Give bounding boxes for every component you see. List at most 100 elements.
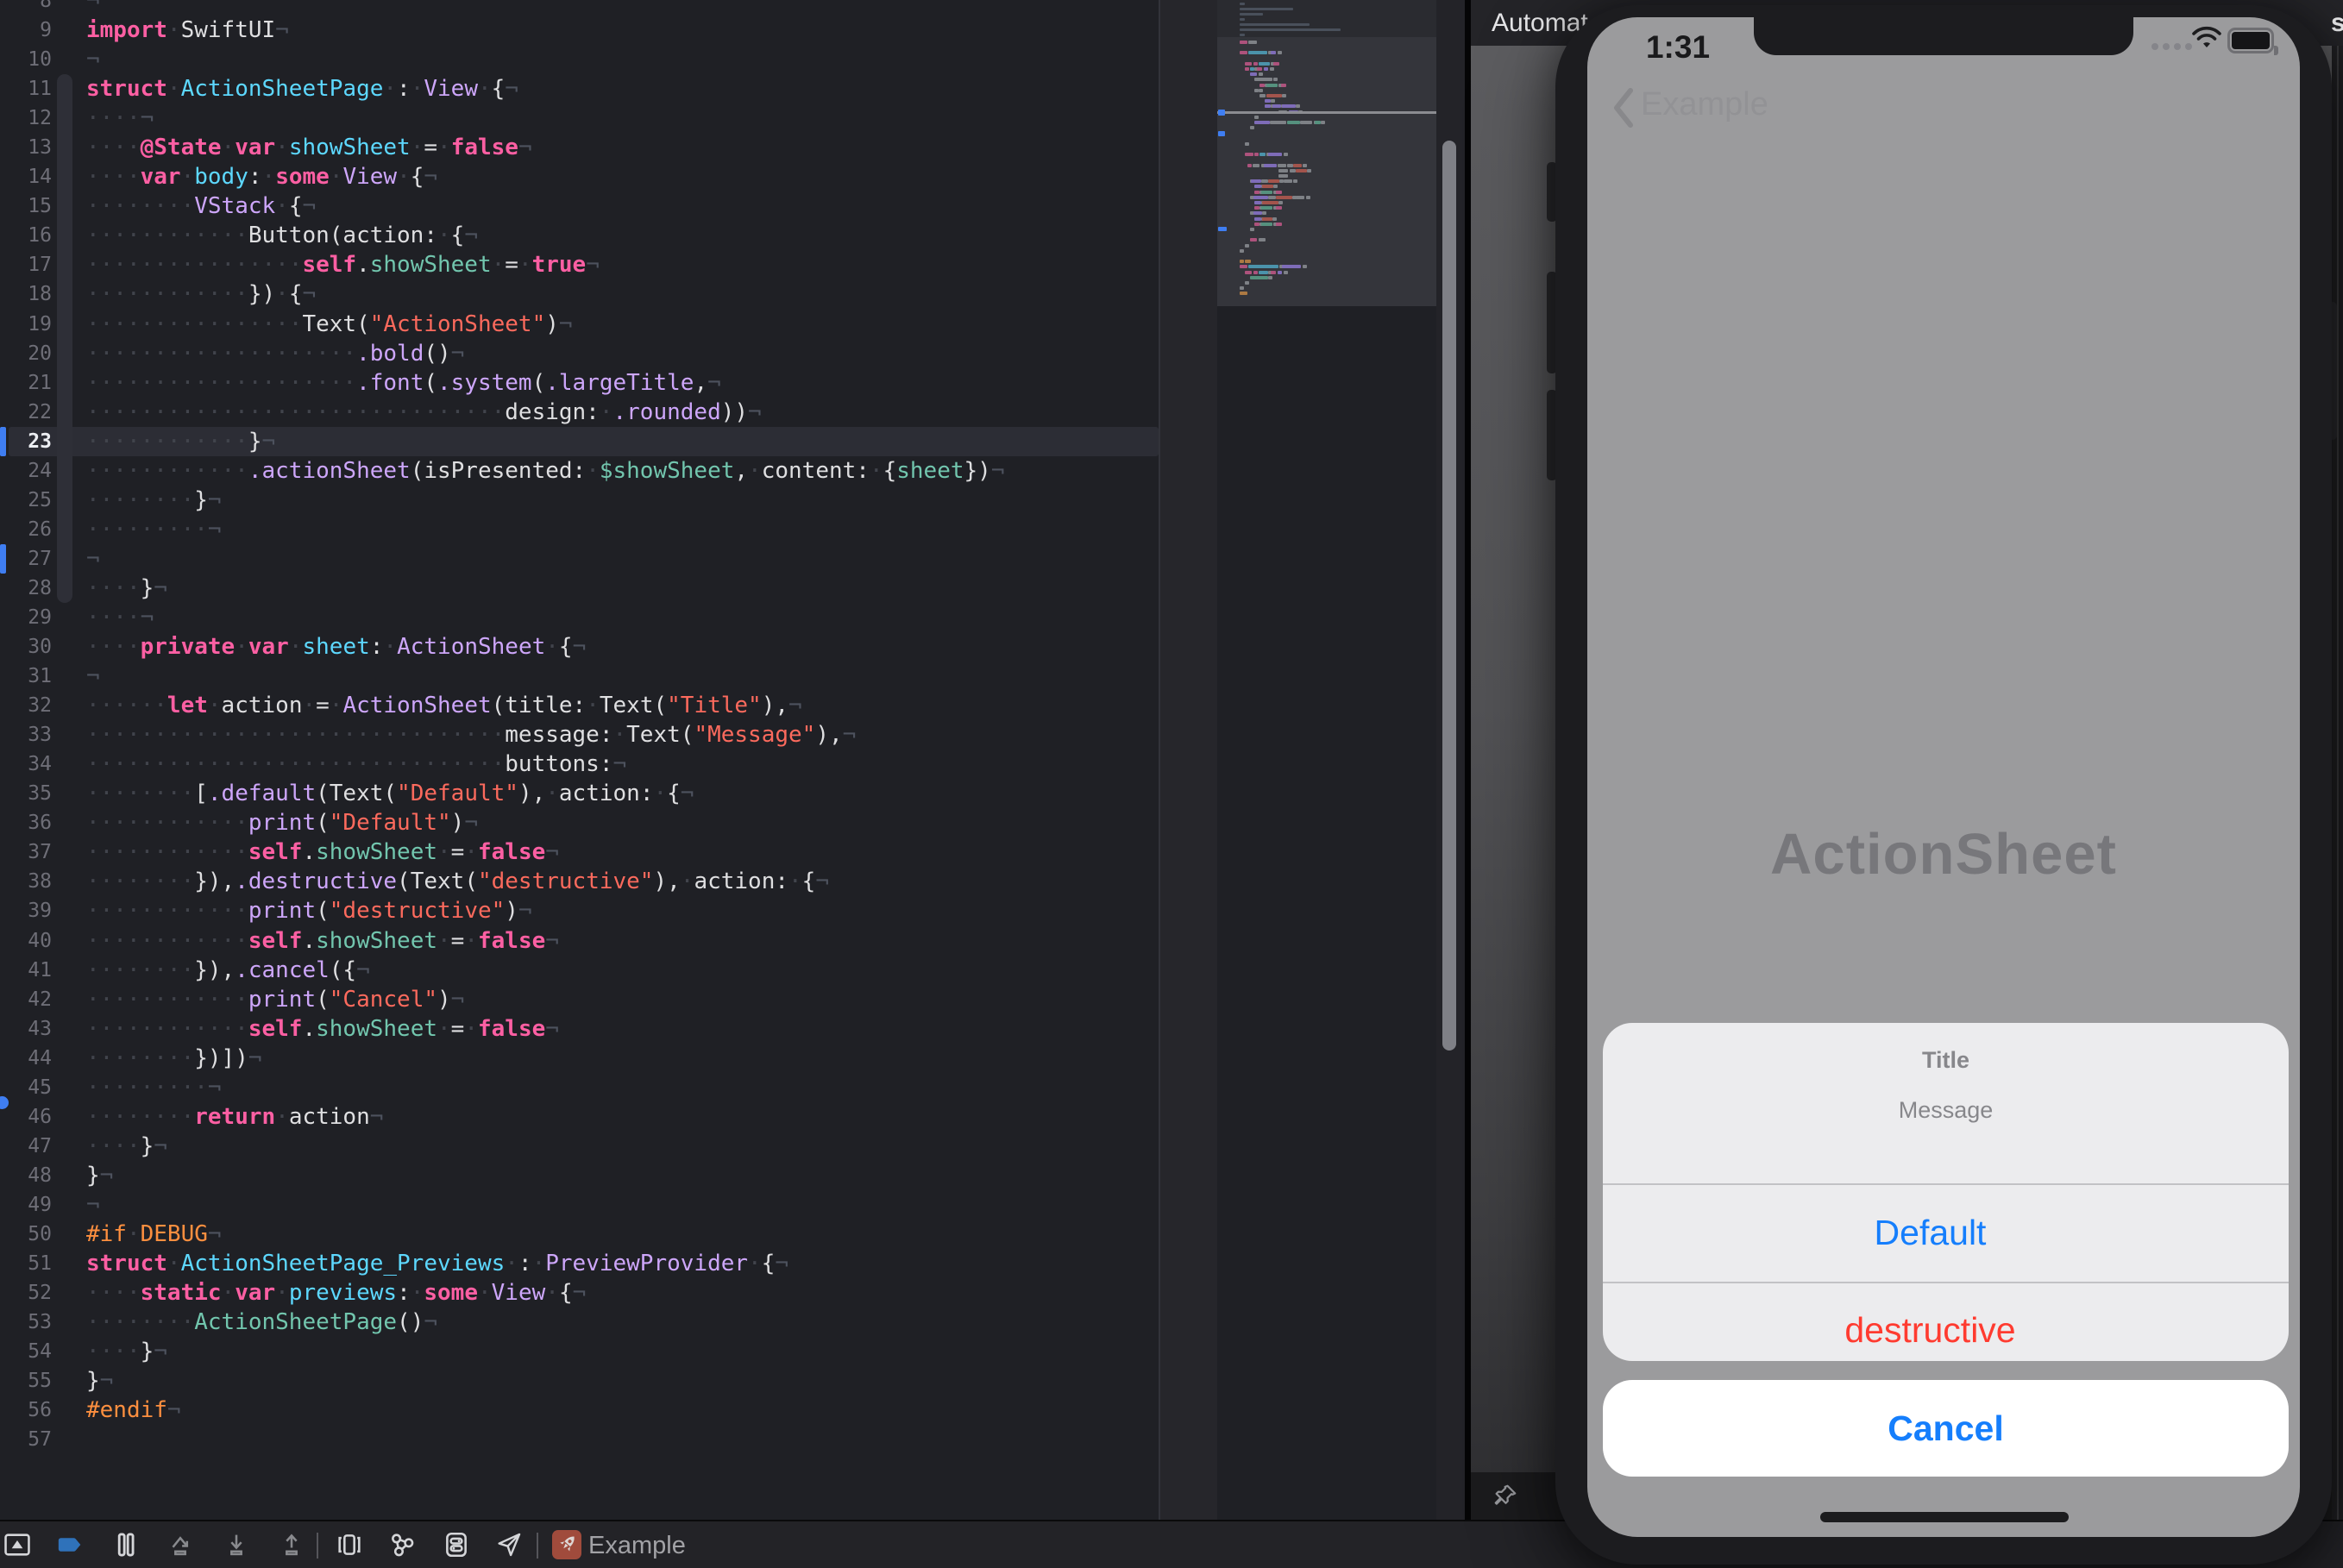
active-scheme-label[interactable]: Example <box>588 1528 686 1563</box>
canvas-columns-icon[interactable] <box>111 1530 141 1559</box>
code-line[interactable]: 24············.actionSheet(isPresented:·… <box>0 456 1159 486</box>
cellular-signal-icon <box>2174 43 2181 50</box>
code-line[interactable]: 28····}¬ <box>0 574 1159 603</box>
code-line[interactable]: 20····················.bold()¬ <box>0 339 1159 368</box>
minimap-current-line <box>1217 111 1436 114</box>
line-number: 50 <box>0 1220 52 1249</box>
line-number: 19 <box>0 310 52 339</box>
code-line[interactable]: 17················self.showSheet·=·true¬ <box>0 250 1159 279</box>
code-line[interactable]: 50#if·DEBUG¬ <box>0 1220 1159 1249</box>
code-line[interactable]: 53········ActionSheetPage()¬ <box>0 1308 1159 1337</box>
line-number: 32 <box>0 691 52 720</box>
code-line[interactable]: 33·······························message… <box>0 720 1159 750</box>
code-line[interactable]: 34·······························buttons… <box>0 750 1159 779</box>
code-line[interactable]: 51struct·ActionSheetPage_Previews·:·Prev… <box>0 1249 1159 1278</box>
back-button-label[interactable]: Example <box>1641 86 1768 123</box>
line-number: 18 <box>0 279 52 309</box>
code-line[interactable]: 37············self.showSheet·=·false¬ <box>0 837 1159 867</box>
line-number: 22 <box>0 398 52 427</box>
code-line[interactable]: 21····················.font(.system(.lar… <box>0 368 1159 398</box>
line-number: 30 <box>0 632 52 662</box>
minimap-change-marker <box>1218 110 1225 116</box>
code-line[interactable]: 30····private·var·sheet:·ActionSheet·{¬ <box>0 632 1159 662</box>
line-number: 33 <box>0 720 52 750</box>
line-number: 34 <box>0 750 52 779</box>
code-line[interactable]: 38········}),.destructive(Text("destruct… <box>0 867 1159 896</box>
code-line[interactable]: 29····¬ <box>0 603 1159 632</box>
device-screen: 1:31 Example ActionSheet <box>1587 17 2300 1537</box>
device-variants-icon[interactable] <box>335 1530 364 1559</box>
live-preview-icon[interactable] <box>494 1530 524 1559</box>
code-line[interactable]: 16············Button(action:·{¬ <box>0 221 1159 250</box>
line-number: 55 <box>0 1366 52 1396</box>
line-number: 48 <box>0 1161 52 1190</box>
minimap[interactable] <box>1217 0 1436 310</box>
code-line[interactable]: 9import·SwiftUI¬ <box>0 16 1159 45</box>
code-line[interactable]: 46········return·action¬ <box>0 1102 1159 1132</box>
code-editor[interactable]: 8¬9import·SwiftUI¬10¬11struct·ActionShee… <box>0 0 1465 1520</box>
environment-overrides-icon[interactable] <box>442 1530 471 1559</box>
code-line[interactable]: 42············print("Cancel")¬ <box>0 985 1159 1014</box>
line-number: 11 <box>0 74 52 103</box>
code-line[interactable]: 14····var·body:·some·View·{¬ <box>0 162 1159 191</box>
code-line[interactable]: 36············print("Default")¬ <box>0 808 1159 837</box>
code-line[interactable]: 22·······························design:… <box>0 398 1159 427</box>
code-line[interactable]: 31¬ <box>0 662 1159 691</box>
line-number: 46 <box>0 1102 52 1132</box>
actionsheet-trigger-button[interactable]: ActionSheet <box>1587 821 2300 887</box>
pane-divider[interactable] <box>1465 0 1471 1568</box>
line-number: 44 <box>0 1044 52 1073</box>
toolbar-separator <box>317 1533 318 1559</box>
code-line[interactable]: 45·········¬ <box>0 1073 1159 1102</box>
code-rows[interactable]: 8¬9import·SwiftUI¬10¬11struct·ActionShee… <box>0 0 1159 1454</box>
code-line[interactable]: 13····@State·var·showSheet·=·false¬ <box>0 133 1159 162</box>
code-line[interactable]: 47····}¬ <box>0 1132 1159 1161</box>
code-line[interactable]: 40············self.showSheet·=·false¬ <box>0 926 1159 956</box>
back-chevron-icon[interactable] <box>1610 86 1636 129</box>
pin-icon[interactable] <box>1492 1483 1518 1508</box>
change-bar <box>0 544 6 574</box>
cellular-signal-icon <box>2151 43 2158 50</box>
code-line[interactable]: 44········})])¬ <box>0 1044 1159 1073</box>
code-line[interactable]: 52····static·var·previews:·some·View·{¬ <box>0 1278 1159 1308</box>
promote-changes-icon[interactable] <box>166 1530 195 1559</box>
code-line[interactable]: 54····}¬ <box>0 1337 1159 1366</box>
code-line[interactable]: 35········[.default(Text("Default"),·act… <box>0 779 1159 808</box>
code-line[interactable]: 18············})·{¬ <box>0 279 1159 309</box>
code-line[interactable]: 19················Text("ActionSheet")¬ <box>0 310 1159 339</box>
resume-button-fragment[interactable]: su <box>2331 0 2343 46</box>
current-file-icon[interactable] <box>56 1530 85 1559</box>
scheme-connections-icon[interactable] <box>387 1530 417 1559</box>
code-line[interactable]: 55}¬ <box>0 1366 1159 1396</box>
pull-down-icon[interactable] <box>222 1530 251 1559</box>
line-number: 57 <box>0 1425 52 1454</box>
destructive-button[interactable]: destructive <box>1587 1282 2273 1378</box>
code-line[interactable]: 39············print("destructive")¬ <box>0 896 1159 925</box>
fold-ribbon[interactable] <box>57 74 72 603</box>
home-indicator[interactable] <box>1820 1512 2069 1522</box>
editor-preview-icon[interactable] <box>3 1530 32 1559</box>
line-number: 23 <box>0 427 52 456</box>
push-up-icon[interactable] <box>277 1530 306 1559</box>
code-line[interactable]: 43············self.showSheet·=·false¬ <box>0 1014 1159 1044</box>
code-line[interactable]: 23············}¬ <box>0 427 1159 456</box>
code-line[interactable]: 56#endif¬ <box>0 1396 1159 1425</box>
default-button[interactable]: Default <box>1587 1183 2273 1282</box>
code-line[interactable]: 12····¬ <box>0 103 1159 133</box>
scrollbar-thumb[interactable] <box>1442 141 1456 1051</box>
code-line[interactable]: 49¬ <box>0 1190 1159 1220</box>
line-number: 31 <box>0 662 52 691</box>
code-line[interactable]: 27¬ <box>0 544 1159 574</box>
code-line[interactable]: 8¬ <box>0 0 1159 16</box>
code-line[interactable]: 32······let·action·=·ActionSheet(title:·… <box>0 691 1159 720</box>
code-line[interactable]: 41········}),.cancel({¬ <box>0 956 1159 985</box>
code-line[interactable]: 15········VStack·{¬ <box>0 191 1159 221</box>
code-line[interactable]: 48}¬ <box>0 1161 1159 1190</box>
code-line[interactable]: 26·········¬ <box>0 515 1159 544</box>
code-line[interactable]: 57 <box>0 1425 1159 1454</box>
code-line[interactable]: 11struct·ActionSheetPage·:·View·{¬ <box>0 74 1159 103</box>
code-line[interactable]: 10¬ <box>0 45 1159 74</box>
rocket-app-icon[interactable] <box>552 1530 581 1559</box>
code-line[interactable]: 25········}¬ <box>0 486 1159 515</box>
cancel-button[interactable]: Cancel <box>1603 1380 2289 1477</box>
